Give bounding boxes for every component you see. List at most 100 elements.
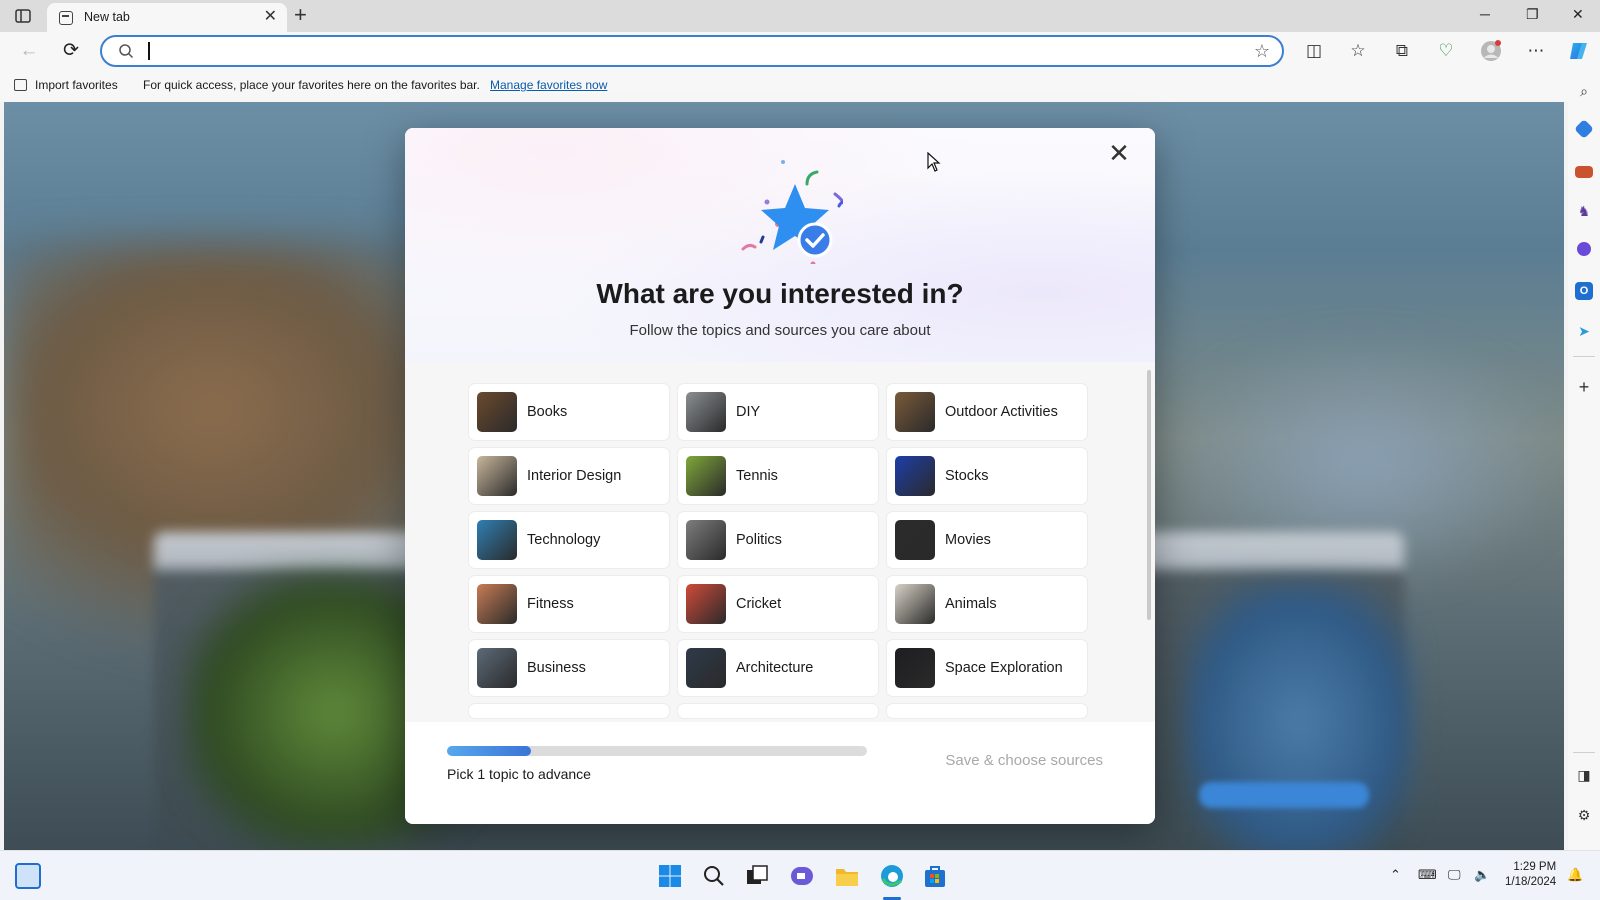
dialog-header: ✕ What are you interested in? Follow the… — [405, 128, 1155, 362]
clock-date: 1/18/2024 — [1505, 876, 1557, 888]
widgets-icon[interactable] — [15, 863, 41, 889]
progress-bar — [447, 746, 867, 756]
topic-card[interactable]: Technology — [469, 512, 669, 568]
topic-card[interactable]: Politics — [678, 512, 878, 568]
import-icon — [14, 79, 27, 91]
windows-taskbar: ⌃ ⌨ 🖵 🔈 1:29 PM 1/18/2024 🔔 — [0, 850, 1600, 900]
favorites-bar-message: For quick access, place your favorites h… — [143, 78, 480, 92]
keyboard-icon[interactable]: ⌨ — [1418, 867, 1437, 883]
topic-card[interactable]: Interior Design — [469, 448, 669, 504]
favorites-bar: Import favorites For quick access, place… — [0, 70, 1568, 102]
topic-card[interactable]: Stocks — [887, 448, 1087, 504]
topic-thumbnail — [477, 584, 517, 624]
notifications-icon[interactable]: 🔔 — [1567, 867, 1583, 883]
manage-favorites-link[interactable]: Manage favorites now — [490, 78, 607, 92]
topic-thumbnail — [477, 392, 517, 432]
show-hidden-icons-chevron-icon[interactable]: ⌃ — [1390, 867, 1401, 883]
address-input[interactable] — [154, 39, 1214, 63]
import-favorites-button[interactable]: Import favorites — [14, 78, 118, 92]
microsoft-365-icon[interactable] — [1577, 242, 1591, 256]
restore-button[interactable]: ❐ — [1526, 6, 1539, 23]
edge-browser-icon[interactable] — [879, 863, 905, 889]
close-window-button[interactable]: ✕ — [1572, 6, 1584, 23]
collections-icon[interactable]: ⧉ — [1389, 38, 1415, 64]
topic-label: Stocks — [945, 468, 989, 484]
favorites-icon[interactable]: ☆ — [1345, 38, 1371, 64]
dialog-close-button[interactable]: ✕ — [1107, 140, 1131, 166]
topic-label: Movies — [945, 532, 991, 548]
topics-list: Books DIY Outdoor Activities Interior Desig… — [405, 362, 1155, 722]
back-button[interactable]: ← — [16, 38, 42, 64]
progress-hint: Pick 1 topic to advance — [447, 766, 591, 782]
tools-briefcase-icon[interactable] — [1575, 166, 1593, 178]
topic-card[interactable]: Movies — [887, 512, 1087, 568]
refresh-button[interactable]: ⟳ — [58, 38, 84, 64]
save-choose-sources-button[interactable]: Save & choose sources — [945, 752, 1103, 769]
topic-label: Fitness — [527, 596, 574, 612]
topic-card[interactable]: DIY — [678, 384, 878, 440]
topic-label: Architecture — [736, 660, 814, 676]
tab-actions-icon[interactable] — [14, 7, 32, 25]
file-explorer-icon[interactable] — [834, 863, 860, 889]
dialog-footer: Pick 1 topic to advance Save & choose so… — [405, 722, 1155, 824]
topic-label: Technology — [527, 532, 601, 548]
new-tab-icon — [59, 11, 73, 25]
profile-avatar[interactable] — [1478, 38, 1504, 64]
minimize-button[interactable]: ─ — [1480, 6, 1490, 22]
shopping-tag-icon[interactable] — [1574, 119, 1594, 139]
topic-thumbnail — [477, 456, 517, 496]
network-icon[interactable]: 🖵 — [1448, 867, 1461, 883]
topic-card[interactable]: Animals — [887, 576, 1087, 632]
topic-card[interactable]: Fitness — [469, 576, 669, 632]
topic-card[interactable]: Tennis — [678, 448, 878, 504]
settings-more-icon[interactable]: ⋯ — [1523, 38, 1549, 64]
topic-card-partial[interactable] — [887, 704, 1087, 718]
sidebar-search-icon[interactable]: ⌕ — [1575, 82, 1593, 100]
topics-grid: Books DIY Outdoor Activities Interior Desig… — [469, 384, 1089, 718]
volume-icon[interactable]: 🔈 — [1474, 867, 1490, 883]
topic-label: Space Exploration — [945, 660, 1063, 676]
topics-scrollbar[interactable] — [1147, 370, 1151, 620]
mouse-pointer-icon — [927, 152, 941, 172]
topic-card[interactable]: Cricket — [678, 576, 878, 632]
topic-card[interactable]: Space Exploration — [887, 640, 1087, 696]
teams-chat-icon[interactable] — [789, 863, 815, 889]
tab-close-icon[interactable]: ✕ — [264, 8, 277, 26]
add-favorite-star-icon[interactable]: ☆ — [1254, 41, 1270, 61]
topic-label: Books — [527, 404, 568, 420]
address-bar[interactable]: ☆ — [100, 35, 1284, 67]
topic-thumbnail — [895, 392, 935, 432]
dialog-title: What are you interested in? — [596, 278, 964, 309]
topic-card[interactable]: Business — [469, 640, 669, 696]
tab-strip: New tab ✕ + ─ ❐ ✕ — [0, 0, 1600, 32]
browser-essentials-icon[interactable]: ♡ — [1433, 38, 1459, 64]
split-screen-icon[interactable]: ◫ — [1301, 38, 1327, 64]
copilot-icon[interactable] — [1566, 38, 1592, 64]
microsoft-store-icon[interactable] — [922, 863, 948, 889]
drop-send-icon[interactable]: ➤ — [1575, 322, 1593, 340]
topic-thumbnail — [686, 584, 726, 624]
topic-card-partial[interactable] — [469, 704, 669, 718]
topic-card[interactable]: Books — [469, 384, 669, 440]
system-clock[interactable]: 1:29 PM 1/18/2024 — [1505, 860, 1556, 890]
topic-label: Outdoor Activities — [945, 404, 1058, 420]
edge-sidebar: ⌕ ♞ O ➤ + ◨ ⚙ — [1568, 70, 1600, 850]
games-chess-icon[interactable]: ♞ — [1575, 202, 1593, 220]
add-sidebar-app-icon[interactable]: + — [1575, 378, 1593, 396]
topic-card-partial[interactable] — [678, 704, 878, 718]
topic-thumbnail — [895, 648, 935, 688]
topic-card[interactable]: Architecture — [678, 640, 878, 696]
sidebar-settings-gear-icon[interactable]: ⚙ — [1575, 806, 1593, 824]
hide-sidebar-icon[interactable]: ◨ — [1575, 766, 1593, 784]
topic-label: Tennis — [736, 468, 778, 484]
start-windows-icon[interactable] — [657, 863, 683, 889]
topic-card[interactable]: Outdoor Activities — [887, 384, 1087, 440]
outlook-icon[interactable]: O — [1575, 282, 1593, 300]
tab-new-tab[interactable]: New tab ✕ — [47, 3, 287, 32]
topic-label: Cricket — [736, 596, 782, 612]
topic-thumbnail — [686, 456, 726, 496]
taskbar-search-icon[interactable] — [701, 863, 727, 889]
new-tab-button[interactable]: + — [294, 3, 307, 27]
topic-thumbnail — [895, 456, 935, 496]
task-view-icon[interactable] — [744, 863, 770, 889]
